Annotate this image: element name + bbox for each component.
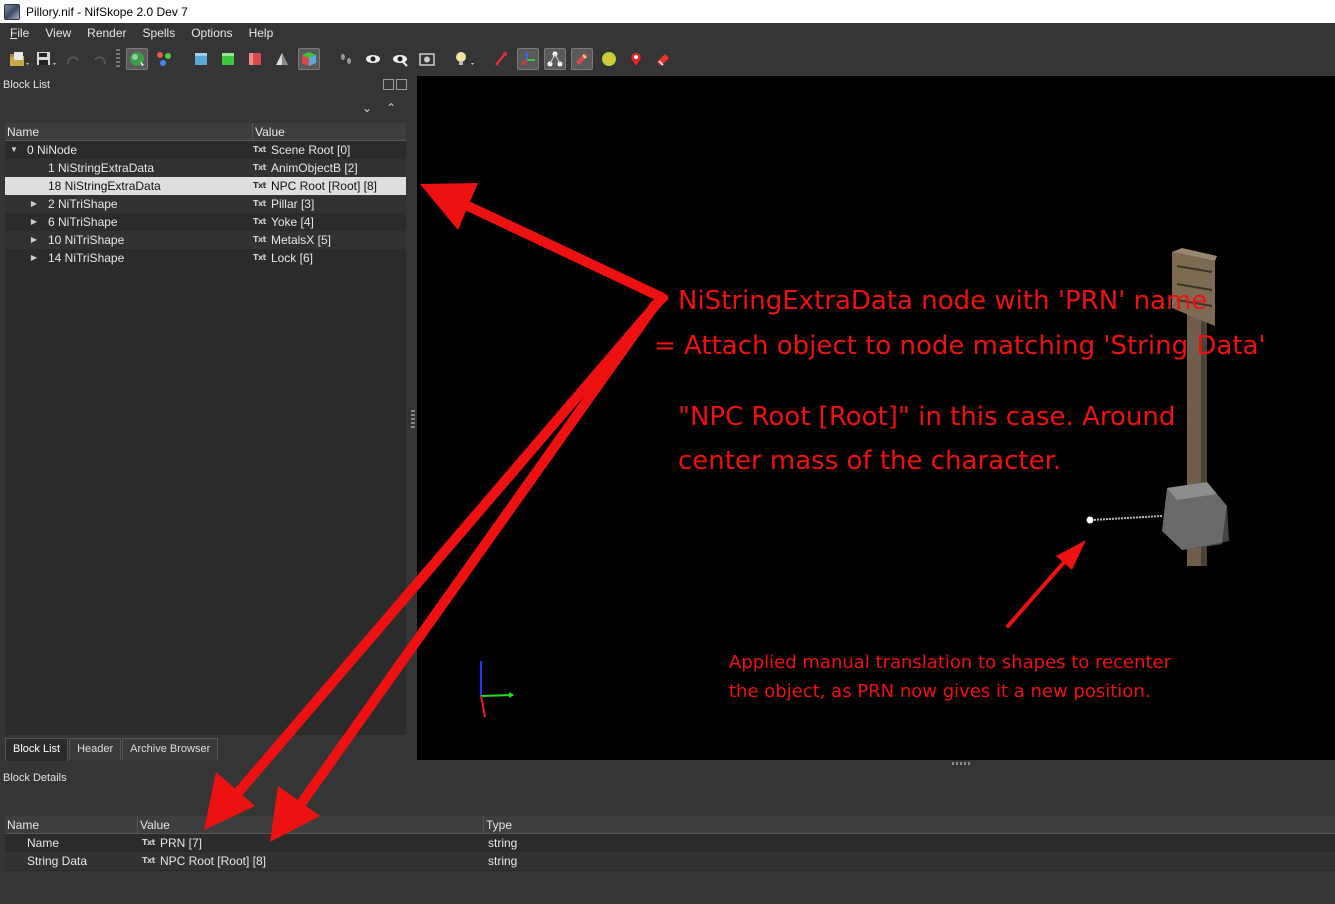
annotation-line-4: center mass of the character. [678,446,1062,476]
column-value-header[interactable]: Value [253,123,406,140]
chain-line [1090,515,1163,521]
tree-row[interactable]: ▼ 0 NiNode Txt Scene Root [0] [5,141,406,159]
tree-row-selected[interactable]: 18 NiStringExtraData Txt NPC Root [Root] … [5,177,406,195]
nifskope-app-icon [4,3,20,20]
details-row[interactable]: String Data Txt NPC Root [Root] [8] strin… [5,852,1335,870]
block-list-tree[interactable]: Name Value ▼ 0 NiNode Txt Scene Root [0] 1… [5,123,406,735]
menu-view[interactable]: View [37,26,79,40]
tree-row[interactable]: 1 NiStringExtraData Txt AnimObjectB [2] [5,159,406,177]
eye-icon[interactable] [362,48,384,70]
collapsed-arrow-icon[interactable]: ▶ [29,231,39,249]
left-panel-tabs: Block List Header Archive Browser [5,738,219,761]
view-flip-icon[interactable] [271,48,293,70]
vertical-splitter-handle[interactable] [411,410,415,428]
details-column-type[interactable]: Type [484,816,1335,833]
txt-icon: Txt [253,199,266,208]
txt-icon: Txt [253,163,266,172]
nodes-icon[interactable] [544,48,566,70]
walk-icon[interactable] [335,48,357,70]
collapsed-arrow-icon[interactable]: ▶ [29,213,39,231]
prn-node-point [1086,516,1094,524]
collapse-all-icon[interactable]: ⌃ [386,101,396,115]
perspective-icon[interactable] [298,48,320,70]
annotation-line-1: NiStringExtraData node with 'PRN' name [678,286,1208,316]
close-panel-icon[interactable] [396,79,407,90]
txt-icon: Txt [142,856,155,865]
title-bar: Pillory.nif - NifSkope 2.0 Dev 7 [0,0,1335,23]
block-details-table[interactable]: Name Value Type Name Txt PRN [7] string S… [5,816,1335,871]
tab-header[interactable]: Header [69,738,122,760]
constraints-icon[interactable] [571,48,593,70]
tree-row[interactable]: ▶ 2 NiTriShape Txt Pillar [3] [5,195,406,213]
undo-icon[interactable] [62,48,84,70]
markers-pin-icon[interactable] [625,48,647,70]
block-list-title: Block List [3,79,51,91]
redo-icon[interactable] [89,48,111,70]
txt-icon: Txt [253,235,266,244]
window-title: Pillory.nif - NifSkope 2.0 Dev 7 [26,4,188,19]
menu-help[interactable]: Help [241,26,282,40]
block-details-title: Block Details [3,772,67,784]
open-icon[interactable] [8,48,30,70]
menu-options[interactable]: Options [183,26,240,40]
select-mode-icon[interactable] [126,48,148,70]
toolbar-grip[interactable] [116,49,120,69]
furniture-icon[interactable] [598,48,620,70]
float-panel-icon[interactable] [383,79,394,90]
tree-row[interactable]: ▶ 14 NiTriShape Txt Lock [6] [5,249,406,267]
collapsed-arrow-icon[interactable]: ▶ [29,249,39,267]
view-top-icon[interactable] [190,48,212,70]
collapsed-arrow-icon[interactable]: ▶ [29,195,39,213]
details-column-name[interactable]: Name [5,816,138,833]
menu-render[interactable]: Render [79,26,134,40]
block-list-header: Name Value [5,123,406,141]
txt-icon: Txt [253,181,266,190]
marker-icon[interactable] [490,48,512,70]
tree-row[interactable]: ▶ 6 NiTriShape Txt Yoke [4] [5,213,406,231]
tree-row[interactable]: ▶ 10 NiTriShape Txt MetalsX [5] [5,231,406,249]
expanded-arrow-icon[interactable]: ▼ [9,141,19,159]
view-front-icon[interactable] [217,48,239,70]
txt-icon: Txt [253,217,266,226]
column-name-header[interactable]: Name [5,123,253,140]
eye-visible-icon[interactable] [389,48,411,70]
annotation-line-3: "NPC Root [Root]" in this case. Around [678,402,1176,432]
tab-block-list[interactable]: Block List [5,738,69,761]
menu-bar: File View Render Spells Options Help [0,23,1335,43]
tab-archive-browser[interactable]: Archive Browser [122,738,219,760]
view-side-icon[interactable] [244,48,266,70]
annotation-note-1: Applied manual translation to shapes to … [729,652,1172,673]
txt-icon: Txt [253,145,266,154]
txt-icon: Txt [253,253,266,262]
lod-icon[interactable] [153,48,175,70]
havok-icon[interactable] [652,48,674,70]
details-row[interactable]: Name Txt PRN [7] string [5,834,1335,852]
annotation-note-2: the object, as PRN now gives it a new po… [729,681,1151,702]
txt-icon: Txt [142,838,155,847]
dock-buttons [383,79,407,90]
details-column-value[interactable]: Value [138,816,484,833]
expand-all-icon[interactable]: ⌄ [362,101,372,115]
light-icon[interactable] [453,48,475,70]
screenshot-icon[interactable] [416,48,438,70]
tree-collapse-controls: ⌄ ⌃ [362,101,396,115]
menu-file[interactable]: File [2,26,37,40]
main-toolbar [0,43,1335,75]
annotation-line-2: = Attach object to node matching 'String… [654,331,1266,361]
axes-icon[interactable] [517,48,539,70]
axis-gizmo [480,661,514,718]
menu-spells[interactable]: Spells [135,26,184,40]
block-details-header: Name Value Type [5,816,1335,834]
horizontal-splitter-handle[interactable] [952,762,970,765]
save-icon[interactable] [35,48,57,70]
